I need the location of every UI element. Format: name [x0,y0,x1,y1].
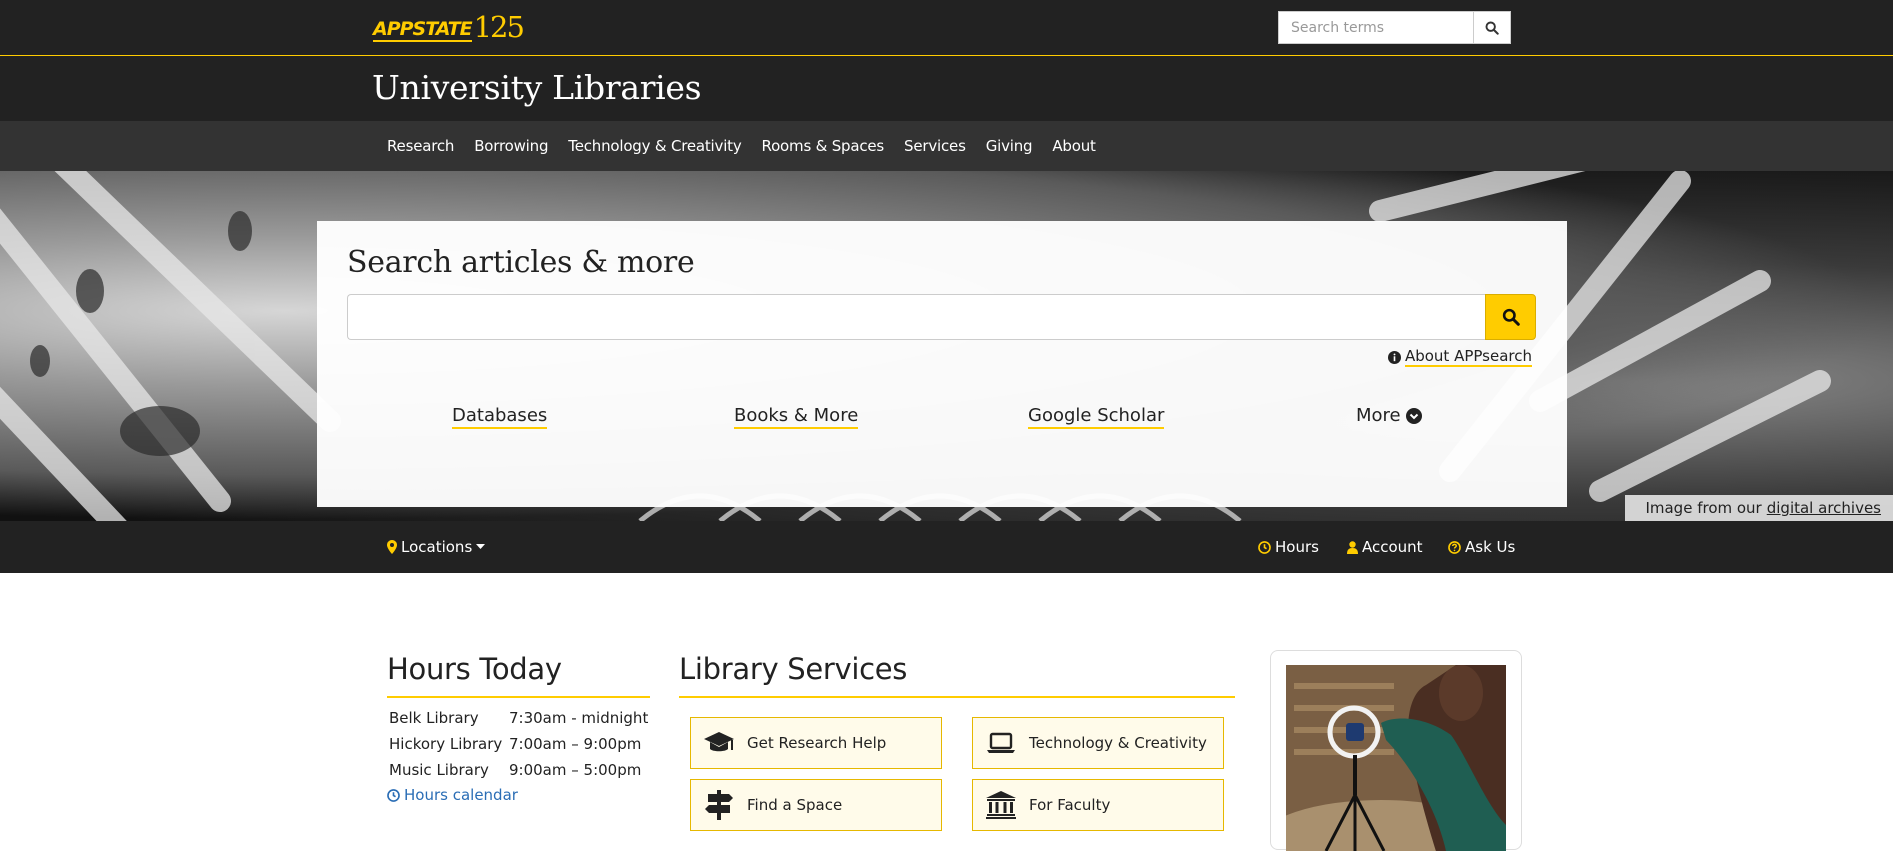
hours-location: Music Library [389,761,489,779]
more-label: More [1356,405,1401,426]
databases-link[interactable]: Databases [452,405,548,429]
service-label: For Faculty [1029,796,1111,814]
hours-row: Music Library 9:00am – 5:00pm [388,761,648,787]
hours-row: Hickory Library 7:00am – 9:00pm [388,735,648,761]
top-bar: APPSTATE 125 [0,0,1893,56]
account-label: Account [1362,538,1423,556]
hours-location: Belk Library [389,709,479,727]
account-link[interactable]: Account [1347,521,1423,573]
hours-time: 9:00am – 5:00pm [509,761,642,779]
site-search-button[interactable] [1474,11,1511,44]
caret-down-icon [476,544,486,549]
nav-item-borrowing[interactable]: Borrowing [474,137,548,155]
locations-label: Locations [401,538,473,556]
image-credit: Image from our digital archives [1625,495,1893,521]
search-icon [1485,21,1499,35]
find-a-space-button[interactable]: Find a Space [690,779,942,831]
books-more-link[interactable]: Books & More [734,405,859,429]
more-dropdown[interactable]: More [1356,405,1422,427]
appstate-125-logo[interactable]: APPSTATE 125 [373,10,525,44]
utility-bar: Locations Hours Account Ask Us [0,521,1893,573]
logo-appstate-text: APPSTATE [373,18,473,42]
feature-photo [1286,665,1506,851]
appsearch-input[interactable] [347,294,1489,340]
service-label: Find a Space [747,796,843,814]
site-search [1278,11,1511,44]
map-marker-icon [387,540,397,554]
nav-item-technology-creativity[interactable]: Technology & Creativity [568,137,741,155]
nav-item-about[interactable]: About [1052,137,1096,155]
image-credit-prefix: Image from our [1645,499,1762,517]
hours-today-divider [387,696,650,698]
hours-today-title: Hours Today [387,652,562,686]
ask-us-link[interactable]: Ask Us [1448,521,1515,573]
clock-icon [387,788,400,802]
hours-label: Hours [1275,538,1319,556]
library-services-divider [679,696,1235,698]
google-scholar-link[interactable]: Google Scholar [1028,405,1165,429]
search-icon [1502,308,1520,326]
question-circle-icon [1448,540,1461,554]
hours-location: Hickory Library [389,735,503,753]
main-nav: Research Borrowing Technology & Creativi… [0,121,1893,171]
user-icon [1347,540,1358,554]
hours-calendar-link[interactable]: Hours calendar [387,786,518,804]
signpost-icon [703,789,735,821]
service-label: Technology & Creativity [1029,734,1207,752]
locations-dropdown[interactable]: Locations [387,521,486,573]
site-title[interactable]: University Libraries [372,68,702,108]
about-appsearch-label: About APPsearch [1404,347,1532,367]
info-circle-icon [1387,350,1401,364]
service-label: Get Research Help [747,734,887,752]
for-faculty-button[interactable]: For Faculty [972,779,1224,831]
chevron-circle-down-icon [1405,408,1422,424]
institution-icon [985,789,1017,821]
hours-time: 7:00am – 9:00pm [509,735,642,753]
hours-calendar-label: Hours calendar [404,786,518,804]
nav-item-research[interactable]: Research [387,137,454,155]
digital-archives-link[interactable]: digital archives [1767,499,1881,517]
about-appsearch-link[interactable]: About APPsearch [1387,347,1532,367]
search-heading: Search articles & more [347,245,695,280]
appsearch-button[interactable] [1485,294,1536,340]
logo-125-text: 125 [473,10,525,44]
hours-time: 7:30am - midnight [509,709,649,727]
clock-icon [1258,540,1271,554]
nav-item-services[interactable]: Services [904,137,966,155]
laptop-icon [985,727,1017,759]
hours-table: Belk Library 7:30am - midnight Hickory L… [388,709,648,787]
feature-card[interactable] [1270,650,1522,851]
site-search-input[interactable] [1278,11,1474,44]
ask-us-label: Ask Us [1465,538,1516,556]
hours-row: Belk Library 7:30am - midnight [388,709,648,735]
get-research-help-button[interactable]: Get Research Help [690,717,942,769]
site-header: University Libraries [0,56,1893,121]
nav-item-giving[interactable]: Giving [986,137,1033,155]
search-card: Search articles & more About APPsearch D… [317,221,1567,507]
hours-link[interactable]: Hours [1258,521,1319,573]
nav-item-rooms-spaces[interactable]: Rooms & Spaces [762,137,885,155]
technology-creativity-button[interactable]: Technology & Creativity [972,717,1224,769]
library-services-title: Library Services [679,652,908,686]
hero-banner: Search articles & more About APPsearch D… [0,171,1893,521]
graduation-cap-icon [703,727,735,759]
